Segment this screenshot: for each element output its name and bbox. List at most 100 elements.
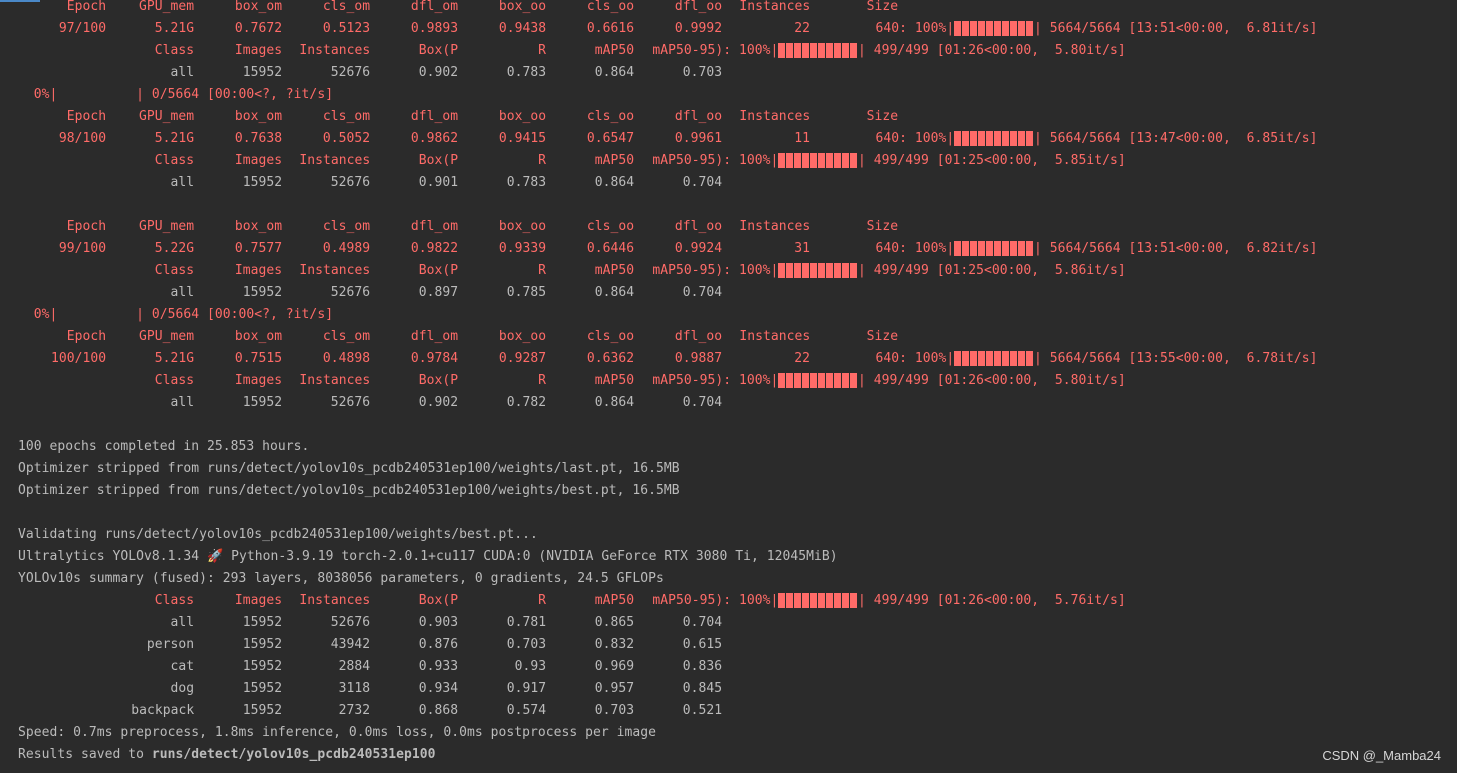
console-cell: dfl_oo [674,329,723,344]
console-cell: 0.897 [418,285,459,300]
console-cell: cls_om [322,219,371,234]
progress-bar [954,131,1034,146]
console-cell: Size [866,329,899,344]
results-label: Results saved to [18,747,152,762]
console-cell: 43942 [330,637,371,652]
console-cell: Class [154,373,195,388]
console-cell: backpack [131,703,195,718]
run-console: Epoch GPU_mem box_om cls_om dfl_om box_oo cls_… [0,0,1457,773]
console-cell: 0.845 [682,681,723,696]
console-cell: 0.7672 [234,21,283,36]
console-cell: mAP50 [594,153,635,168]
console-cell: 0.9887 [674,351,723,366]
progress-bar [778,263,858,278]
console-cell: 0.876 [418,637,459,652]
console-cell: 0.9862 [410,131,459,146]
console-cell: GPU_mem [139,219,195,234]
console-cell: Instances [299,593,371,608]
console-cell: 22 [794,21,811,36]
console-cell: 0.902 [418,395,459,410]
console-cell: 0.917 [506,681,547,696]
console-cell: 0.9893 [410,21,459,36]
progress-stats: | 499/499 [01:25<00:00, 5.85it/s] [858,153,1126,168]
console-cell: 0.7638 [234,131,283,146]
console-cell: 52676 [330,285,371,300]
console-cell: 99/100 [58,241,107,256]
console-cell: GPU_mem [139,329,195,344]
console-cell: dfl_om [410,219,459,234]
console-cell: 0.9822 [410,241,459,256]
console-cell: 15952 [242,703,283,718]
console-cell: 0.9438 [498,21,547,36]
console-cell: Instances [299,263,371,278]
console-cell: 0.704 [682,285,723,300]
console-cell: 0.9339 [498,241,547,256]
console-cell: box_oo [498,329,547,344]
console-cell: mAP50-95): 100%| [652,593,779,608]
progress-stats: | 5664/5664 [13:51<00:00, 6.82it/s] [1034,241,1318,256]
console-line: all 15952 52676 0.902 0.783 0.864 0.703 [0,62,1457,84]
console-cell: 52676 [330,615,371,630]
console-line: all 15952 52676 0.901 0.783 0.864 0.704 [0,172,1457,194]
console-cell: Class [154,153,195,168]
console-cell: 0.704 [682,395,723,410]
console-line: YOLOv10s summary (fused): 293 layers, 80… [18,571,664,586]
console-cell: Epoch [66,329,107,344]
console-line: all 15952 52676 0.902 0.782 0.864 0.704 [0,392,1457,414]
console-cell: 0.868 [418,703,459,718]
console-line: Results saved to runs/detect/yolov10s_pc… [18,744,435,766]
progress-bar [778,373,858,388]
console-cell: person [146,637,195,652]
console-cell: Images [234,593,283,608]
console-line: Class Images Instances Box(P RmAP50 mAP50-95)… [0,590,1457,612]
console-cell: all [170,175,195,190]
console-cell: box_om [234,329,283,344]
console-cell: box_oo [498,0,547,14]
console-line: 99/100 5.22G 0.7577 0.4989 0.9822 0.9339 0.644… [0,238,1457,260]
console-cell: 5.21G [154,131,195,146]
progress-bar [778,593,858,608]
console-cell: R [538,263,547,278]
console-cell: 0.783 [506,65,547,80]
console-cell: Images [234,43,283,58]
console-cell: 15952 [242,285,283,300]
console-cell: 52676 [330,65,371,80]
progress-bar [954,21,1034,36]
console-cell: 0.4989 [322,241,371,256]
console-cell: 0.9961 [674,131,723,146]
console-cell: 0.7515 [234,351,283,366]
progress-stats: | 499/499 [01:26<00:00, 5.76it/s] [858,593,1126,608]
console-cell: 0.574 [506,703,547,718]
console-line: 97/100 5.21G 0.7672 0.5123 0.9893 0.9438 0.661… [0,18,1457,40]
console-cell: dog [170,681,195,696]
console-cell: Instances [299,153,371,168]
console-cell: mAP50-95): 100%| [652,373,779,388]
console-line: 100/100 5.21G 0.7515 0.4898 0.9784 0.9287 0.63… [0,348,1457,370]
console-cell: Instances [299,43,371,58]
console-cell: Epoch [66,219,107,234]
progress-stats: | 499/499 [01:26<00:00, 5.80it/s] [858,43,1126,58]
console-cell: cls_oo [586,219,635,234]
console-cell: cls_oo [586,0,635,14]
console-line: Validating runs/detect/yolov10s_pcdb2405… [18,527,538,542]
console-line: Class Images Instances Box(P RmAP50 mAP50-95)… [0,370,1457,392]
console-cell: 0.864 [594,285,635,300]
console-cell: mAP50 [594,43,635,58]
console-cell: dfl_om [410,329,459,344]
console-cell: Class [154,593,195,608]
console-cell: 2732 [338,703,371,718]
console-cell: 22 [794,351,811,366]
console-cell: 0.781 [506,615,547,630]
console-cell: 0.704 [682,175,723,190]
console-cell: box_om [234,0,283,14]
progress-bar [954,351,1034,366]
console-cell: 31 [794,241,811,256]
console-cell: 0.6547 [586,131,635,146]
console-cell: R [538,153,547,168]
progress-bar [954,241,1034,256]
console-cell: cls_om [322,0,371,14]
progress-bar [778,153,858,168]
console-cell: 0.703 [682,65,723,80]
watermark: CSDN @_Mamba24 [1322,748,1441,763]
console-cell: cls_oo [586,329,635,344]
